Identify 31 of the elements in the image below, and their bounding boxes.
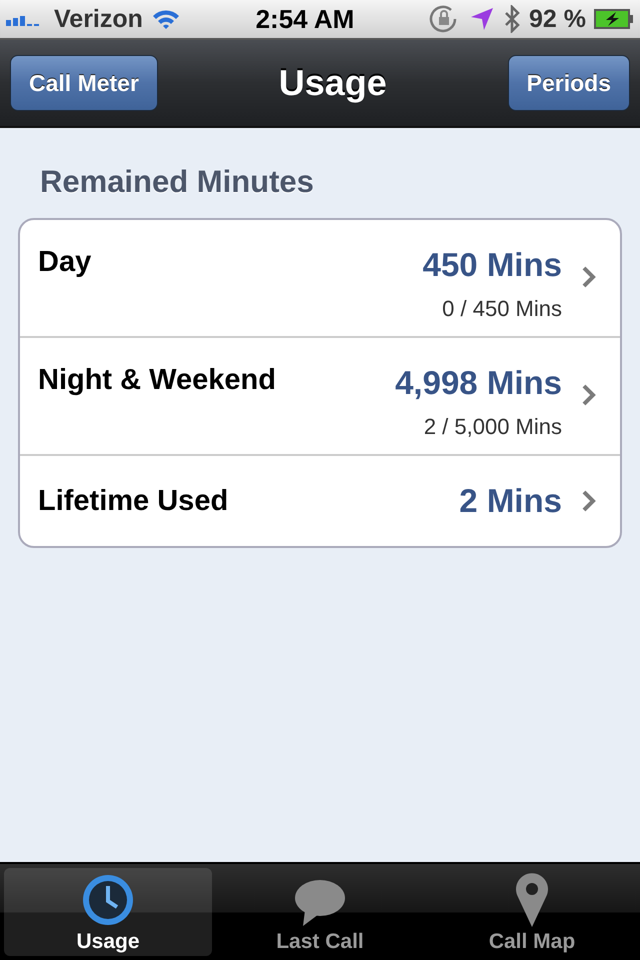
usage-row[interactable]: Day 450 Mins 0 / 450 Mins [20,220,620,338]
tab-item[interactable]: Last Call [216,868,424,956]
chevron-icon [582,490,596,512]
row-label: Day [38,246,92,279]
bluetooth-icon [503,5,521,33]
speech-bubble-icon [293,878,347,928]
row-label: Lifetime Used [38,484,230,518]
row-label: Night & Weekend [38,364,277,397]
minutes-value: 450 Mins [422,246,562,284]
minutes-value: 2 Mins [459,482,562,520]
call-meter-button[interactable]: Call Meter [10,55,158,111]
minutes-detail: 0 / 450 Mins [442,296,562,322]
chevron-icon [582,384,596,406]
tab-item[interactable]: Usage [4,868,212,956]
clock-time: 2:54 AM [256,4,354,34]
battery-charging-icon [594,9,634,29]
minutes-detail: 2 / 5,000 Mins [424,414,562,440]
usage-row[interactable]: Night & Weekend 4,998 Mins 2 / 5,000 Mins [20,338,620,456]
section-header: Remained Minutes [40,164,315,200]
chevron-icon [582,266,596,288]
location-arrow-icon [469,6,495,32]
wifi-icon [150,8,181,30]
clock-icon [80,872,136,928]
carrier-name: Verizon [54,4,143,34]
periods-button[interactable]: Periods [508,55,630,111]
screen-title: Usage [278,62,387,104]
map-pin-icon [515,872,549,928]
battery-percent: 92 % [529,4,586,34]
tab-item[interactable]: Call Map [428,868,636,956]
minutes-value: 4,998 Mins [395,364,562,402]
usage-row[interactable]: Lifetime Used 2 Mins [20,456,620,546]
